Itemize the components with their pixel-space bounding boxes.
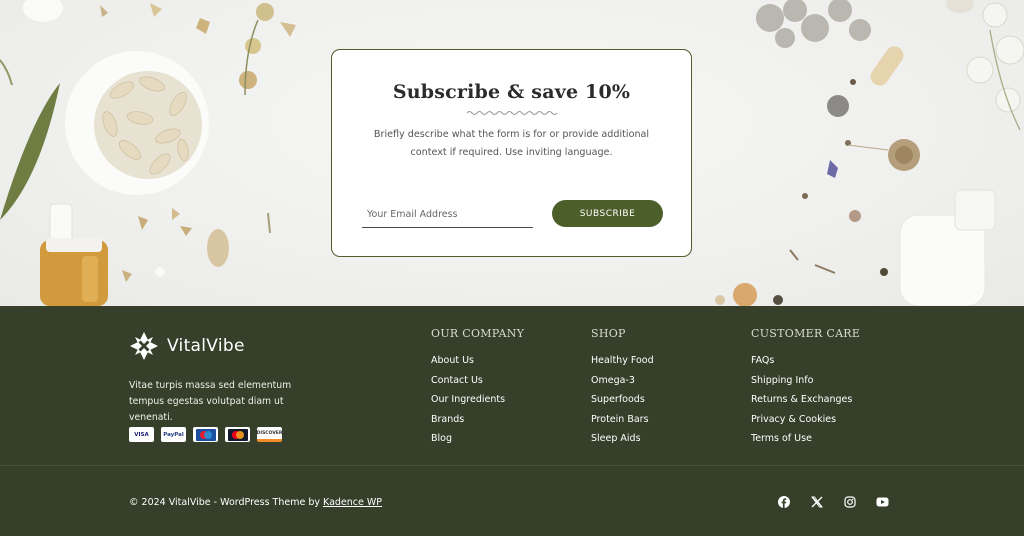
x-twitter-icon[interactable] (810, 495, 823, 508)
copyright-text: © 2024 VitalVibe - WordPress Theme by Ka… (129, 497, 382, 508)
footer-column-title: OUR COMPANY (431, 327, 525, 340)
subscribe-title: Subscribe & save 10% (392, 81, 631, 103)
visa-icon: VISA (129, 427, 154, 442)
footer-link-healthy-food[interactable]: Healthy Food (591, 351, 654, 371)
copyright-prefix: © 2024 VitalVibe - WordPress Theme by (129, 497, 320, 508)
mastercard-icon (225, 427, 250, 442)
instagram-icon[interactable] (843, 495, 856, 508)
footer-link-omega-3[interactable]: Omega-3 (591, 371, 654, 391)
facebook-icon[interactable] (777, 495, 790, 508)
wavy-divider-icon (466, 111, 557, 115)
footer-column-customer-care: CUSTOMER CARE FAQs Shipping Info Returns… (751, 327, 860, 449)
footer-link-privacy-cookies[interactable]: Privacy & Cookies (751, 410, 860, 430)
footer-logo[interactable]: VitalVibe (129, 331, 245, 361)
social-links (777, 495, 889, 508)
subscribe-card: Subscribe & save 10% Briefly describe wh… (331, 49, 692, 257)
footer-link-shipping-info[interactable]: Shipping Info (751, 371, 860, 391)
hero-background: Subscribe & save 10% Briefly describe wh… (0, 0, 1024, 306)
footer-link-terms-of-use[interactable]: Terms of Use (751, 429, 860, 449)
maestro-icon (193, 427, 218, 442)
payment-methods: VISA PayPal DISCOVER (129, 427, 282, 442)
discover-icon: DISCOVER (257, 427, 282, 442)
footer-link-sleep-aids[interactable]: Sleep Aids (591, 429, 654, 449)
footer-link-brands[interactable]: Brands (431, 410, 524, 430)
email-input[interactable] (362, 202, 533, 228)
subscribe-form: SUBSCRIBE (362, 200, 664, 230)
youtube-icon[interactable] (876, 495, 889, 508)
footer-link-our-ingredients[interactable]: Our Ingredients (431, 390, 524, 410)
footer-link-protein-bars[interactable]: Protein Bars (591, 410, 654, 430)
footer-link-about-us[interactable]: About Us (431, 351, 524, 371)
subscribe-button[interactable]: SUBSCRIBE (552, 200, 663, 227)
site-footer: VitalVibe Vitae turpis massa sed element… (0, 306, 1024, 536)
footer-tagline: Vitae turpis massa sed elementum tempus … (129, 380, 292, 423)
footer-link-faqs[interactable]: FAQs (751, 351, 860, 371)
footer-link-blog[interactable]: Blog (431, 429, 524, 449)
kadence-wp-link[interactable]: Kadence WP (323, 497, 382, 508)
footer-divider (0, 465, 1024, 466)
vitalvibe-logo-icon (130, 332, 158, 360)
footer-link-contact-us[interactable]: Contact Us (431, 371, 524, 391)
footer-column-title: CUSTOMER CARE (751, 327, 861, 340)
footer-column-title: SHOP (591, 327, 626, 340)
paypal-icon: PayPal (161, 427, 186, 442)
footer-link-superfoods[interactable]: Superfoods (591, 390, 654, 410)
brand-name: VitalVibe (167, 336, 245, 356)
subscribe-description: Briefly describe what the form is for or… (373, 129, 650, 158)
footer-column-our-company: OUR COMPANY About Us Contact Us Our Ingr… (431, 327, 524, 449)
footer-column-shop: SHOP Healthy Food Omega-3 Superfoods Pro… (591, 327, 654, 449)
footer-link-returns-exchanges[interactable]: Returns & Exchanges (751, 390, 860, 410)
